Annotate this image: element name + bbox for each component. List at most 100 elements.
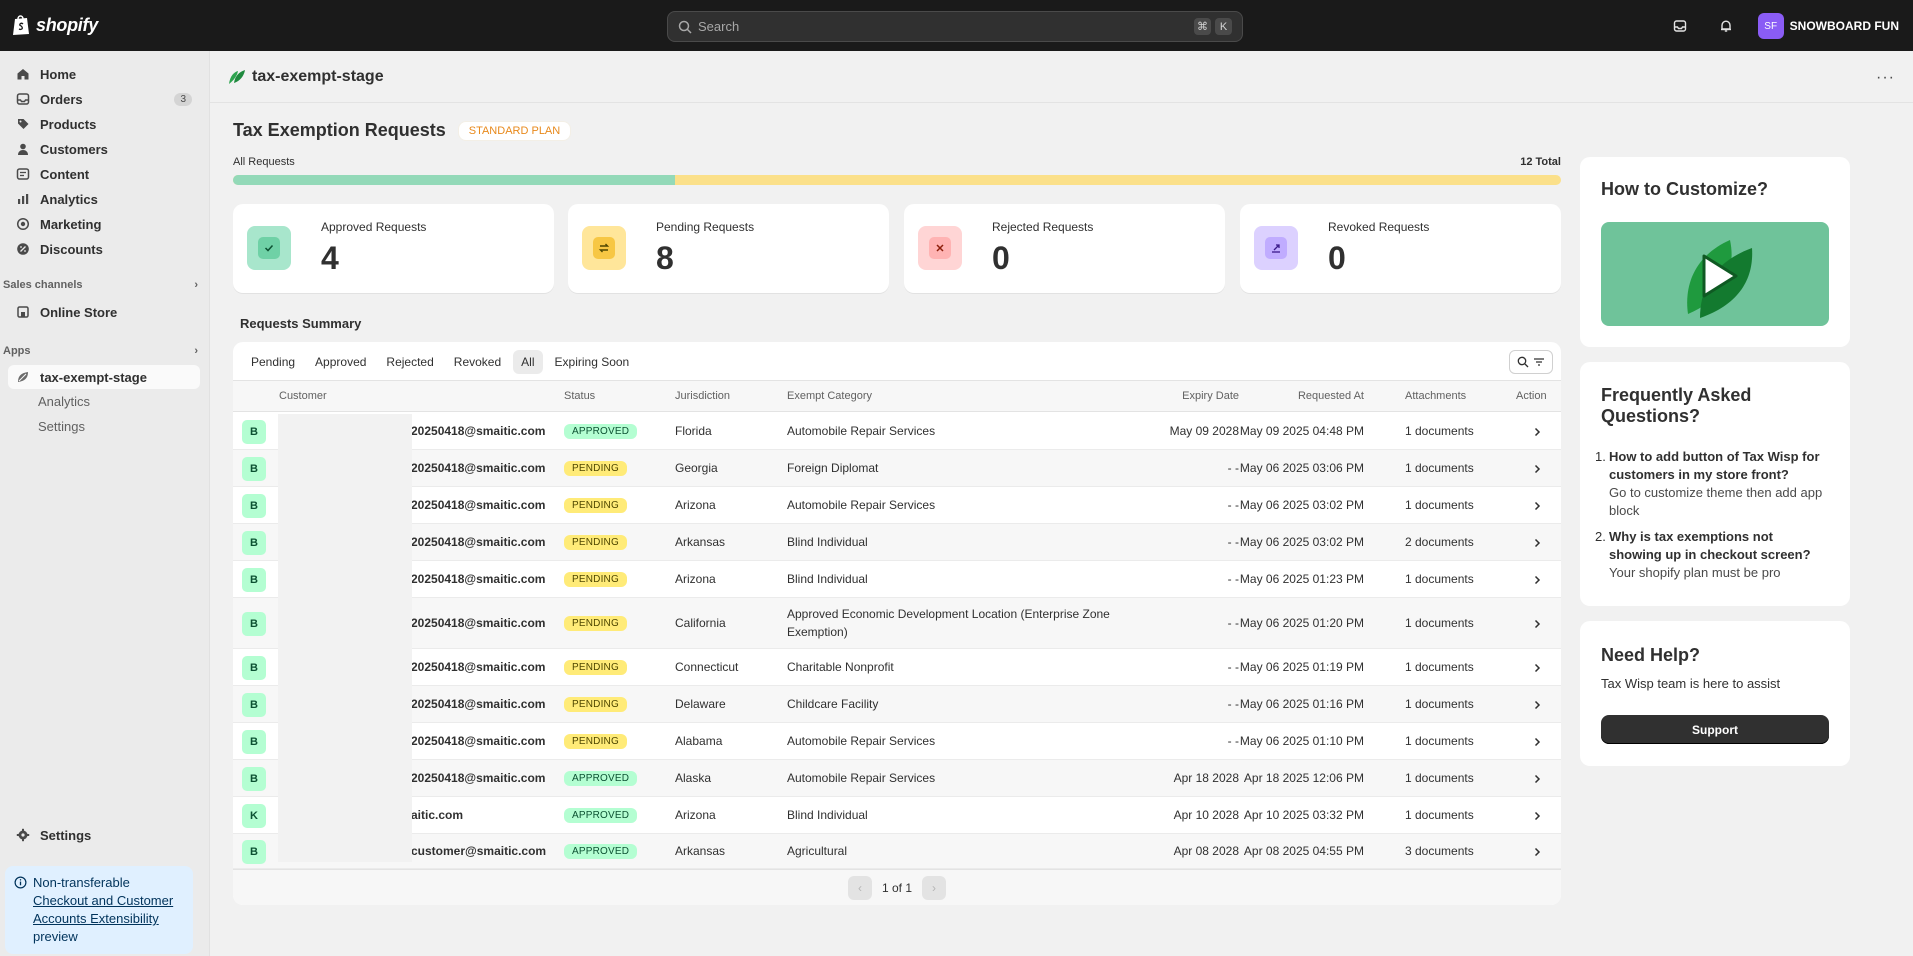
stat-value: 4: [321, 240, 339, 276]
global-search[interactable]: Search ⌘ K: [667, 11, 1243, 42]
table-row[interactable]: B 20250418@smaitic.com PENDING Arkansas Blin…: [233, 524, 1561, 561]
brand-name: shopify: [36, 14, 98, 35]
sidebar-item-customers[interactable]: Customers: [8, 137, 200, 161]
content-icon: [16, 168, 30, 180]
expiry-cell: - -: [1227, 616, 1239, 630]
jurisdiction-cell: Arizona: [675, 808, 716, 822]
column-header[interactable]: Attachments: [1405, 390, 1466, 402]
customer-initial: K: [242, 803, 266, 828]
column-header[interactable]: Expiry Date: [1182, 390, 1239, 402]
pagination: ‹ 1 of 1 ›: [233, 869, 1561, 905]
sidebar-item-home[interactable]: Home: [8, 62, 200, 86]
chevron-right-icon[interactable]: [1531, 736, 1543, 748]
sidebar-item-marketing[interactable]: Marketing: [8, 212, 200, 236]
table-row[interactable]: Bcustomer@smaitic.com APPROVED Arkansas Agr…: [233, 834, 1561, 869]
table-row[interactable]: B 20250418@smaitic.com APPROVED Florida Auto…: [233, 413, 1561, 450]
more-actions-button[interactable]: ···: [1876, 69, 1895, 87]
table-row[interactable]: B 20250418@smaitic.com PENDING Georgia Forei…: [233, 450, 1561, 487]
chevron-right-icon[interactable]: [1531, 574, 1543, 586]
status-badge-label: PENDING: [564, 534, 627, 550]
sidebar-subitem-analytics[interactable]: Analytics: [38, 394, 90, 409]
status-badge: PENDING: [564, 649, 627, 685]
check-icon: [264, 244, 274, 252]
tab-all[interactable]: All: [513, 350, 543, 374]
chevron-right-icon[interactable]: [1531, 618, 1543, 630]
column-header[interactable]: Customer: [279, 390, 327, 402]
chevron-right-icon[interactable]: [1531, 537, 1543, 549]
column-header[interactable]: Status: [564, 390, 595, 402]
chevron-right-icon[interactable]: [1531, 500, 1543, 512]
sales-channels-header[interactable]: Sales channels ›: [3, 279, 198, 291]
chevron-right-icon[interactable]: [1531, 662, 1543, 674]
inbox-button[interactable]: [1666, 12, 1694, 40]
notice-link[interactable]: Checkout and Customer Accounts Extensibi…: [33, 893, 173, 926]
notifications-button[interactable]: [1712, 12, 1740, 40]
support-button[interactable]: Support: [1601, 715, 1829, 744]
table-row[interactable]: B 20250418@smaitic.com PENDING Delaware Chil…: [233, 686, 1561, 723]
customer-email: 20250418@smaitic.com: [411, 535, 546, 549]
chevron-right-icon[interactable]: [1531, 699, 1543, 711]
page-indicator: 1 of 1: [881, 880, 913, 895]
sidebar-item-online-store[interactable]: Online Store: [8, 300, 200, 324]
search-filter-button[interactable]: [1509, 350, 1553, 374]
table-row[interactable]: B 20250418@smaitic.com PENDING Arizona Blind…: [233, 561, 1561, 598]
sidebar-item-content[interactable]: Content: [8, 162, 200, 186]
jurisdiction-cell: Arizona: [675, 572, 716, 586]
attachments-cell: 1 documents: [1405, 697, 1474, 711]
attachments-cell: 2 documents: [1405, 535, 1474, 549]
sidebar-item-analytics[interactable]: Analytics: [8, 187, 200, 211]
status-badge-label: APPROVED: [564, 807, 638, 823]
store-menu[interactable]: SF SNOWBOARD FUN: [1757, 13, 1899, 39]
bell-icon: [1720, 20, 1731, 32]
tab-rejected[interactable]: Rejected: [378, 350, 441, 374]
info-icon: [14, 876, 27, 889]
pending-icon-tile: [582, 226, 626, 270]
sidebar: Home Orders 3 Products Customers Content…: [0, 51, 210, 956]
status-badge: PENDING: [564, 598, 627, 648]
column-header[interactable]: Jurisdiction: [675, 390, 730, 402]
sidebar-item-settings[interactable]: Settings: [8, 823, 200, 847]
stat-value: 8: [656, 240, 674, 276]
refresh-icon: [598, 243, 610, 253]
table-row[interactable]: Kaitic.com APPROVED Arizona Blind Individua…: [233, 797, 1561, 834]
chevron-right-icon[interactable]: [1531, 846, 1543, 858]
faq-answer: Go to customize theme then add app block: [1609, 485, 1823, 518]
chevron-right-icon[interactable]: [1531, 773, 1543, 785]
attachments-cell: 1 documents: [1405, 734, 1474, 748]
sidebar-item-orders[interactable]: Orders 3: [8, 87, 200, 111]
customer-email: 20250418@smaitic.com: [411, 616, 546, 630]
tab-pending[interactable]: Pending: [243, 350, 303, 374]
status-badge-label: PENDING: [564, 460, 627, 476]
column-header[interactable]: Exempt Category: [787, 390, 872, 402]
tab-approved[interactable]: Approved: [307, 350, 374, 374]
tab-expiring-soon[interactable]: Expiring Soon: [547, 350, 638, 374]
faq-number: 1.: [1595, 449, 1606, 464]
sidebar-item-label: Marketing: [40, 216, 102, 232]
chevron-right-icon[interactable]: [1531, 426, 1543, 438]
column-header[interactable]: Action: [1516, 390, 1547, 402]
next-page-button[interactable]: ›: [922, 875, 947, 900]
requested-at-cell: Apr 10 2025 03:32 PM: [1243, 808, 1364, 822]
requested-at-cell: May 06 2025 01:10 PM: [1239, 734, 1364, 748]
chevron-right-icon[interactable]: [1531, 463, 1543, 475]
table-row[interactable]: B 20250418@smaitic.com PENDING Alabama Autom…: [233, 723, 1561, 760]
apps-header[interactable]: Apps ›: [3, 345, 198, 357]
table-row[interactable]: B 20250418@smaitic.com PENDING Connecticut C…: [233, 649, 1561, 686]
tab-revoked[interactable]: Revoked: [446, 350, 509, 374]
sidebar-subitem-settings[interactable]: Settings: [38, 419, 85, 434]
requests-table-card: Pending Approved Rejected Revoked All Ex…: [233, 342, 1561, 905]
chevron-right-icon[interactable]: [1531, 810, 1543, 822]
expiry-cell: - -: [1227, 461, 1239, 475]
prev-page-button[interactable]: ‹: [847, 875, 872, 900]
sidebar-item-discounts[interactable]: Discounts: [8, 237, 200, 261]
table-header: Customer Status Jurisdiction Exempt Cate…: [233, 380, 1561, 412]
table-row[interactable]: B 20250418@smaitic.com PENDING Arizona Autom…: [233, 487, 1561, 524]
customer-initial: B: [242, 567, 266, 592]
sidebar-item-tax-exempt-stage[interactable]: tax-exempt-stage: [8, 365, 200, 389]
shopify-logo[interactable]: shopify: [12, 14, 98, 36]
sidebar-item-products[interactable]: Products: [8, 112, 200, 136]
tutorial-video[interactable]: [1601, 222, 1829, 326]
column-header[interactable]: Requested At: [1298, 390, 1364, 402]
table-row[interactable]: B 20250418@smaitic.com PENDING California Ap…: [233, 598, 1561, 649]
table-row[interactable]: B 20250418@smaitic.com APPROVED Alaska Autom…: [233, 760, 1561, 797]
